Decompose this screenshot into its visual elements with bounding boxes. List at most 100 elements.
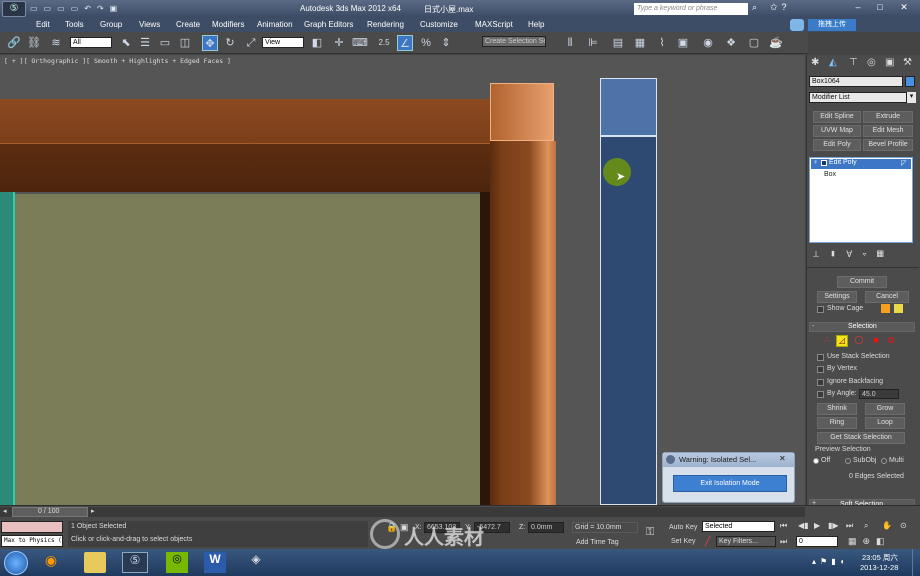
edit-spline-button[interactable]: Edit Spline xyxy=(813,111,861,123)
angle-spinner[interactable]: 45.0 xyxy=(859,389,899,399)
graphite-tools-icon[interactable]: ▦ xyxy=(632,35,648,51)
rect-selection-icon[interactable]: ▭ xyxy=(157,35,173,51)
grow-button[interactable]: Grow xyxy=(865,403,905,415)
taskbar-app-media-icon[interactable]: ◉ xyxy=(40,552,62,573)
link-icon[interactable]: 🔗 xyxy=(6,35,22,51)
pivot-icon[interactable]: ◧ xyxy=(309,35,325,51)
element-icon[interactable]: ⧉ xyxy=(885,335,897,347)
commit-button[interactable]: Commit xyxy=(837,276,887,288)
modifier-list-arrow-icon[interactable]: ▾ xyxy=(907,92,916,103)
selected-box-top-face[interactable] xyxy=(600,78,657,136)
keyboard-shortcut-icon[interactable]: ⌨ xyxy=(352,35,368,51)
go-to-end-icon[interactable]: ⏭ xyxy=(846,521,853,531)
uvw-map-button[interactable]: UVW Map xyxy=(813,125,861,137)
edit-poly-button[interactable]: Edit Poly xyxy=(813,139,861,151)
upload-icon[interactable] xyxy=(790,19,804,31)
preview-off-radio[interactable] xyxy=(813,458,819,464)
preview-multi-radio[interactable] xyxy=(881,458,887,464)
menu-create[interactable]: Create xyxy=(176,18,200,32)
cage-color-swatch-2[interactable] xyxy=(894,304,903,313)
snap-toggle-icon[interactable]: 2.5 xyxy=(376,35,392,51)
motion-tab-icon[interactable]: ◎ xyxy=(867,57,876,68)
menu-edit[interactable]: Edit xyxy=(36,18,50,32)
select-by-name-icon[interactable]: ☰ xyxy=(137,35,153,51)
angle-snap-icon[interactable]: ∠ xyxy=(397,35,413,51)
set-key-icon[interactable]: ╱ xyxy=(705,536,710,547)
by-vertex-checkbox[interactable] xyxy=(817,366,824,373)
show-cage-checkbox[interactable] xyxy=(817,306,824,313)
object-name-field[interactable]: Box1064 xyxy=(809,76,903,87)
prev-frame-icon[interactable]: ◀▮ xyxy=(798,521,809,530)
viewport-label[interactable]: [ + ][ Orthographic ][ Smooth + Highligh… xyxy=(4,57,231,65)
polygon-icon[interactable]: ■ xyxy=(870,335,882,347)
maxscript-listener-field[interactable]: Max to Physics ( xyxy=(1,535,63,547)
maximize-button[interactable]: □ xyxy=(870,2,890,14)
key-icon[interactable]: ⚿ xyxy=(646,526,654,539)
edit-mesh-button[interactable]: Edit Mesh xyxy=(863,125,913,137)
render-setup-icon[interactable]: ❖ xyxy=(723,35,739,51)
stack-item-edit-poly[interactable]: ♀ Edit Poly ◸ xyxy=(811,159,911,169)
tray-icons[interactable]: ▴⚑▮◖ xyxy=(812,557,856,569)
expand-icon[interactable] xyxy=(821,160,827,166)
menu-tools[interactable]: Tools xyxy=(65,18,84,32)
align-icon[interactable]: ⊫ xyxy=(585,35,601,51)
minimize-button[interactable]: – xyxy=(848,2,868,14)
use-stack-selection-checkbox[interactable] xyxy=(817,354,824,361)
ref-coord-dropdown[interactable]: View xyxy=(262,37,304,48)
clock-time[interactable]: 23:05 周六 xyxy=(862,552,898,563)
select-object-icon[interactable]: ⬉ xyxy=(118,35,134,51)
upload-button[interactable]: 拖拽上传 xyxy=(808,19,856,31)
edge-icon[interactable]: ◿ xyxy=(836,335,848,347)
named-selection-dropdown[interactable]: Create Selection Se xyxy=(482,36,546,47)
extrude-button[interactable]: Extrude xyxy=(863,111,913,123)
shrink-button[interactable]: Shrink xyxy=(817,403,857,415)
taskbar-app-word-icon[interactable]: W xyxy=(204,552,226,573)
bind-spacewarp-icon[interactable]: ≋ xyxy=(48,35,64,51)
search-icon[interactable]: ⌕ xyxy=(752,2,757,13)
select-scale-icon[interactable]: ⤢ xyxy=(243,35,259,51)
select-rotate-icon[interactable]: ↻ xyxy=(222,35,238,51)
settings-button[interactable]: Settings xyxy=(817,291,857,303)
selection-rollout-header[interactable]: - Selection xyxy=(809,322,915,332)
ring-button[interactable]: Ring xyxy=(817,417,857,429)
modifier-list-dropdown[interactable]: Modifier List xyxy=(809,92,907,103)
by-angle-checkbox[interactable] xyxy=(817,391,824,398)
rendered-frame-icon[interactable]: ▢ xyxy=(746,35,762,51)
menu-animation[interactable]: Animation xyxy=(257,18,293,32)
curve-editor-icon[interactable]: ⌇ xyxy=(654,35,670,51)
start-button[interactable] xyxy=(4,551,28,575)
app-logo-icon[interactable]: ⑤ xyxy=(2,1,26,17)
hierarchy-tab-icon[interactable]: ⊤ xyxy=(849,57,858,68)
window-crossing-icon[interactable]: ◫ xyxy=(177,35,193,51)
go-to-start-icon[interactable]: ⏮ xyxy=(780,521,787,531)
zoom-icon[interactable]: ⌕ xyxy=(864,521,868,531)
time-slider-next-icon[interactable]: ▸ xyxy=(91,507,95,515)
material-editor-icon[interactable]: ◉ xyxy=(700,35,716,51)
cage-color-swatch-1[interactable] xyxy=(881,304,890,313)
mirror-icon[interactable]: ⫴ xyxy=(562,35,578,51)
border-icon[interactable]: ◯ xyxy=(853,335,865,347)
modify-tab-icon[interactable]: ◭ xyxy=(829,57,837,68)
menu-rendering[interactable]: Rendering xyxy=(367,18,404,32)
current-frame-field[interactable]: 0 xyxy=(796,536,838,547)
next-frame-icon[interactable]: ▮▶ xyxy=(828,521,839,530)
taskbar-app-explorer-icon[interactable] xyxy=(84,552,106,573)
display-tab-icon[interactable]: ▣ xyxy=(885,57,894,68)
selection-filter-dropdown[interactable]: All xyxy=(70,37,112,48)
menu-customize[interactable]: Customize xyxy=(420,18,458,32)
auto-key-button[interactable]: Auto Key xyxy=(669,524,697,531)
dialog-close-icon[interactable]: ✕ xyxy=(779,454,786,463)
clock-date[interactable]: 2013-12-28 xyxy=(860,563,898,572)
menu-views[interactable]: Views xyxy=(139,18,160,32)
render-production-icon[interactable]: ☕ xyxy=(768,35,784,51)
layer-manager-icon[interactable]: ▤ xyxy=(610,35,626,51)
set-key-button[interactable]: Set Key xyxy=(671,538,696,545)
create-tab-icon[interactable]: ✱ xyxy=(811,57,819,68)
cancel-button[interactable]: Cancel xyxy=(865,291,909,303)
time-slider-track[interactable]: ◂ 0 / 100 ▸ xyxy=(0,507,805,517)
key-filters-button[interactable]: Key Filters... xyxy=(716,536,776,547)
z-coordinate-field[interactable]: 0.0mm xyxy=(528,522,564,533)
ignore-backfacing-checkbox[interactable] xyxy=(817,379,824,386)
taskbar-app-nvidia-icon[interactable]: ◎ xyxy=(166,552,188,573)
time-config-icon[interactable]: ▦⊕◧ xyxy=(848,536,891,547)
